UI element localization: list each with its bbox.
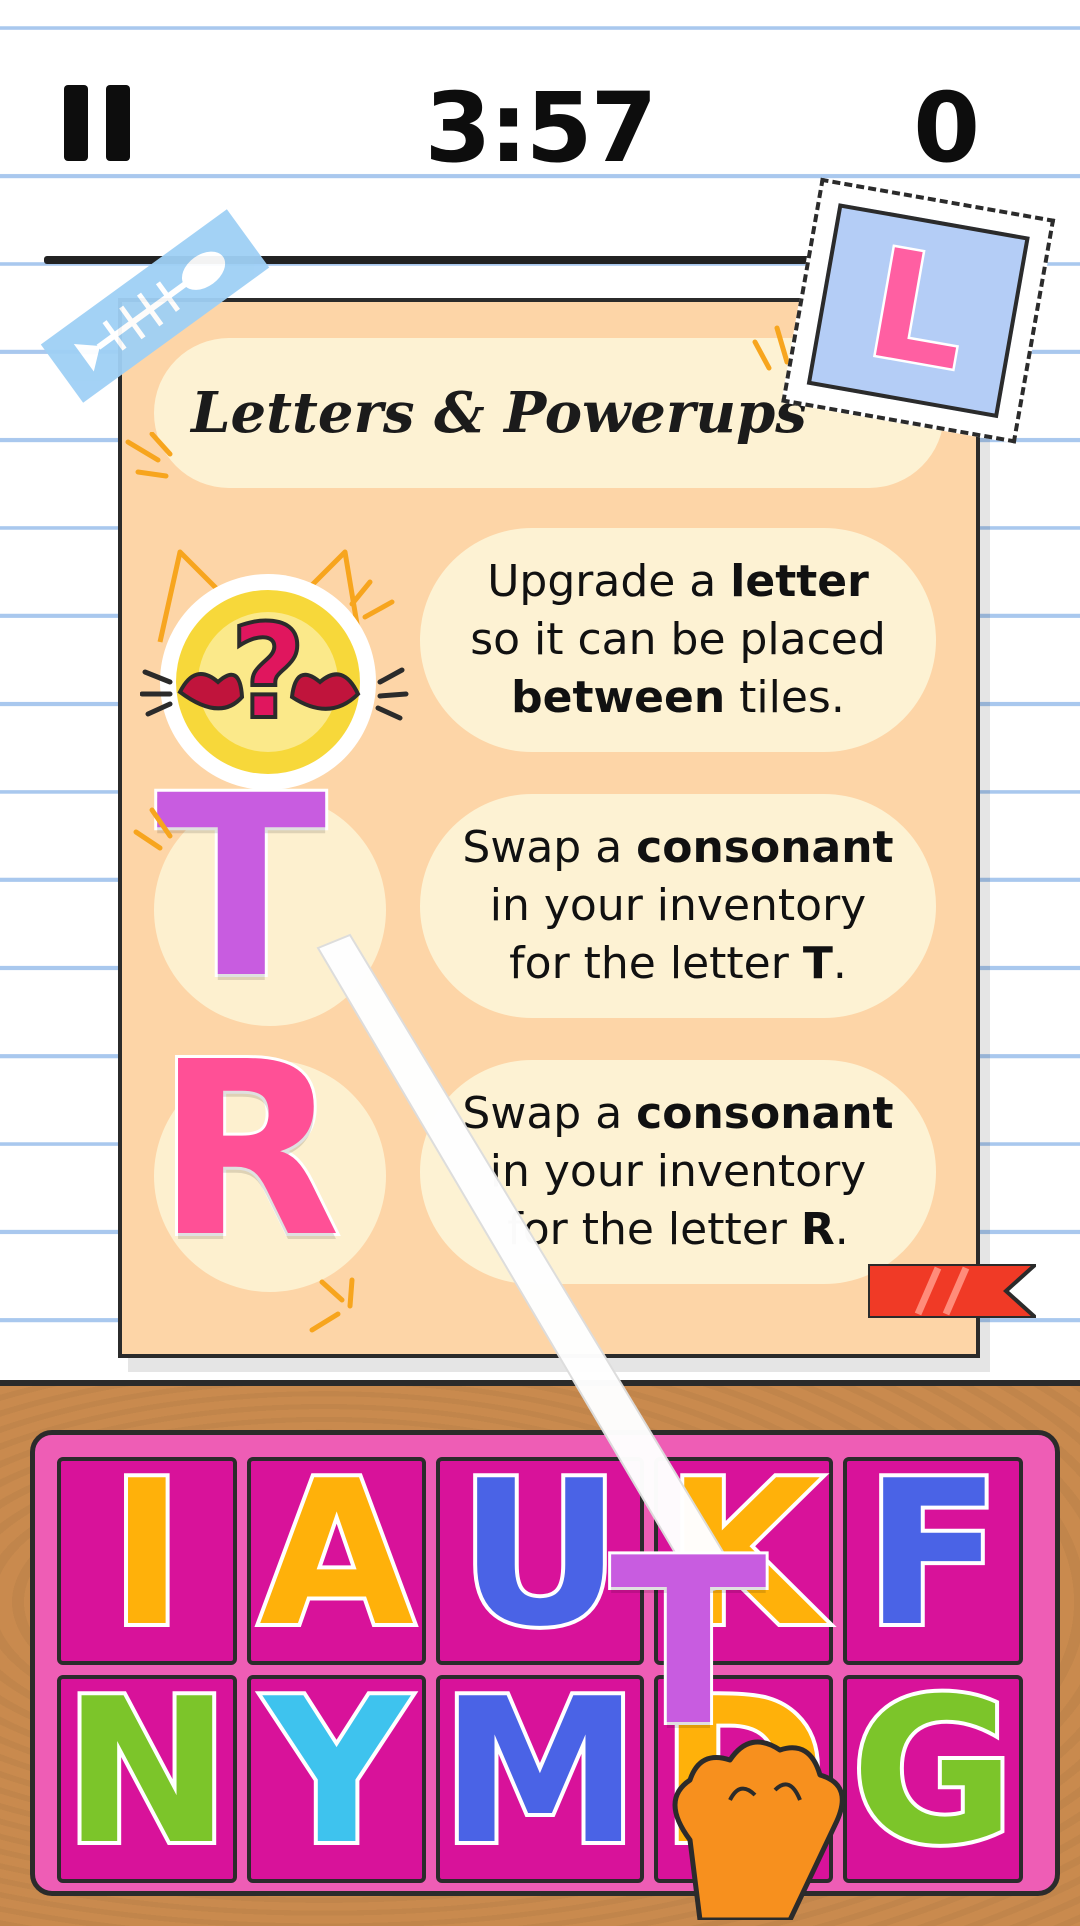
letter-r-icon: R (153, 1007, 344, 1293)
tray-slot[interactable]: A (246, 1451, 427, 1665)
letter-inventory-tray: IAUKFNYMDG (30, 1430, 1060, 1896)
tray-slot[interactable]: N (57, 1669, 237, 1883)
hud: 3:57 0 (0, 60, 1080, 184)
letter-tile[interactable]: A (255, 1451, 418, 1659)
stamp-letter: L (854, 214, 983, 407)
tray-slot[interactable]: I (57, 1451, 237, 1665)
score: 0 (913, 72, 980, 184)
powerup-description: Swap a consonant in your inventory for the… (462, 1088, 894, 1255)
powerup-description: Upgrade a letter so it can be placed betwe… (470, 556, 886, 723)
tray-slot[interactable]: F (843, 1451, 1023, 1665)
letter-tile[interactable]: I (106, 1451, 188, 1659)
svg-text:?: ? (230, 596, 305, 748)
letter-t-icon: T (153, 739, 330, 1036)
powerup-row-swap-t: Swap a consonant in your inventory for the… (420, 794, 936, 1018)
cat-paw-icon (672, 1739, 845, 1920)
powerup-row-upgrade: Upgrade a letter so it can be placed betwe… (420, 528, 936, 752)
sparkle-icon (309, 1277, 355, 1333)
letter-tile[interactable]: U (455, 1451, 625, 1659)
card-title: Letters & Powerups (191, 380, 807, 446)
letter-stamp: L (781, 177, 1056, 444)
letter-tile[interactable]: Y (260, 1669, 413, 1877)
sparkle-icon (125, 432, 173, 479)
sparkle-icon (133, 807, 173, 851)
ribbon-bookmark (868, 1264, 1036, 1318)
letter-tile[interactable]: N (59, 1669, 234, 1877)
stamp-face: L (806, 203, 1030, 419)
letter-tile[interactable]: F (861, 1451, 1006, 1659)
powerup-description: Swap a consonant in your inventory for the… (462, 822, 894, 989)
powerups-card: Letters & Powerups ? Upgrade a letter so … (118, 298, 980, 1358)
powerup-row-swap-r: Swap a consonant in your inventory for the… (420, 1060, 936, 1284)
tray-slot[interactable]: Y (246, 1669, 427, 1883)
